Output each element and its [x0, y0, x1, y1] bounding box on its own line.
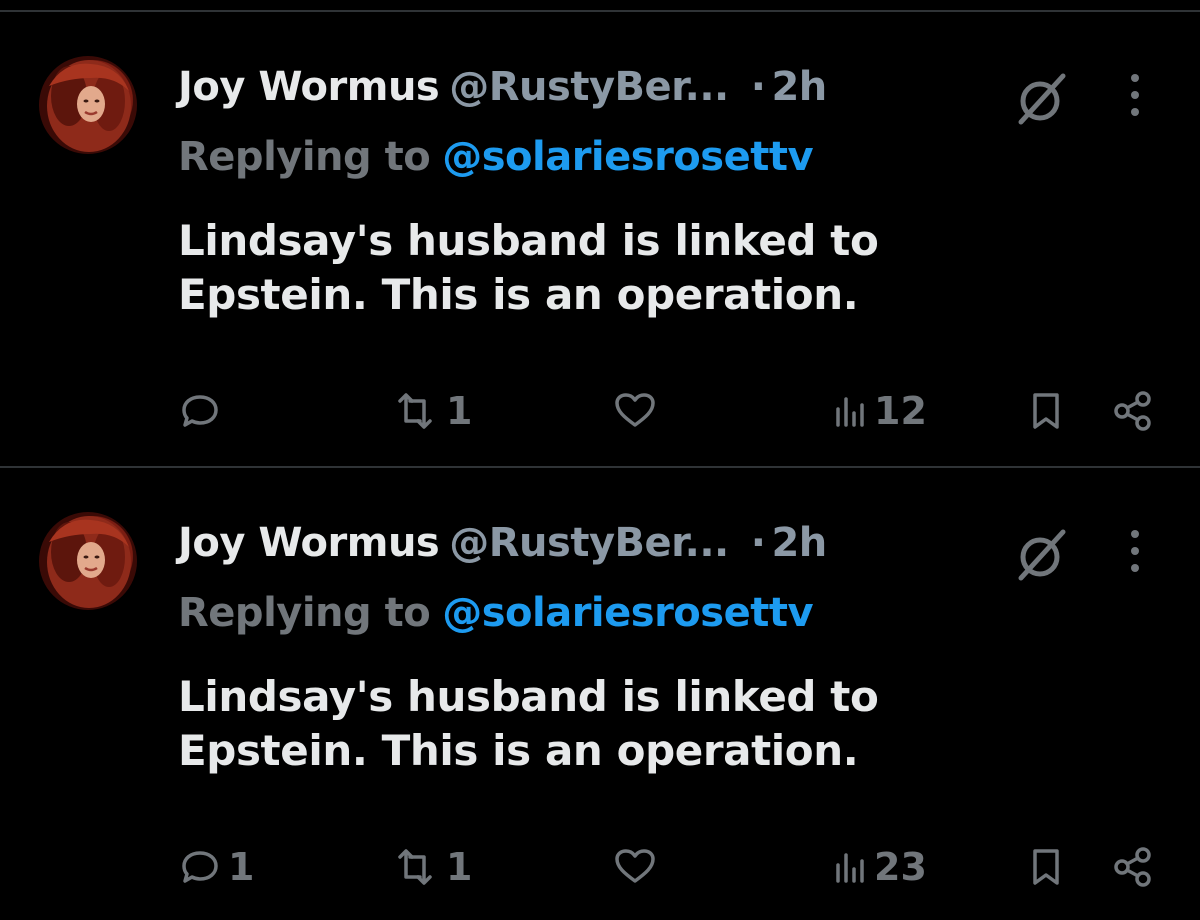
share-icon: [1114, 391, 1151, 431]
author-name[interactable]: Joy Wormus: [178, 520, 440, 566]
more-icon[interactable]: [1120, 526, 1150, 580]
avatar[interactable]: [39, 512, 137, 610]
views-button[interactable]: 23: [832, 842, 927, 892]
author-handle[interactable]: @RustyBer...: [449, 520, 729, 566]
views-icon: [836, 397, 864, 427]
bookmark-icon: [1033, 393, 1059, 429]
separator-dot: ·: [750, 64, 766, 110]
retweet-button[interactable]: 1: [390, 842, 472, 892]
tweet[interactable]: Joy Wormus @RustyBer... · 2h Replying to @so…: [0, 470, 1200, 920]
grok-icon[interactable]: [1013, 526, 1071, 584]
replying-to: Replying to @solariesrosettv: [178, 132, 814, 182]
separator-dot: ·: [750, 520, 766, 566]
retweet-count: 1: [446, 845, 473, 889]
like-button[interactable]: [612, 386, 664, 436]
replying-to-handle[interactable]: @solariesrosettv: [442, 134, 813, 180]
avatar[interactable]: [39, 56, 137, 154]
view-count: 23: [874, 845, 927, 889]
bookmark-icon: [1033, 849, 1059, 885]
bookmark-button[interactable]: [1028, 842, 1064, 892]
more-icon[interactable]: [1120, 70, 1150, 124]
timestamp[interactable]: 2h: [771, 520, 827, 566]
retweet-icon: [398, 393, 432, 429]
share-button[interactable]: [1110, 842, 1156, 892]
tweet[interactable]: Joy Wormus @RustyBer... · 2h Replying to @so…: [0, 14, 1200, 464]
views-icon: [836, 853, 864, 883]
bookmark-button[interactable]: [1028, 386, 1064, 436]
tweet-text: Lindsay's husband is linked to Epstein. …: [178, 672, 879, 775]
share-button[interactable]: [1110, 386, 1156, 436]
replying-to-label: Replying to: [178, 590, 431, 636]
view-count: 12: [874, 389, 927, 433]
reply-button[interactable]: [178, 386, 228, 436]
author-handle[interactable]: @RustyBer...: [449, 64, 729, 110]
heart-icon: [615, 849, 655, 883]
tweet-header: Joy Wormus @RustyBer... · 2h: [178, 518, 827, 568]
reply-button[interactable]: 1: [178, 842, 254, 892]
divider-top: [0, 10, 1200, 12]
replying-to-label: Replying to: [178, 134, 431, 180]
author-name[interactable]: Joy Wormus: [178, 64, 440, 110]
action-bar: 1 12: [0, 386, 1200, 436]
reply-icon: [182, 851, 218, 883]
divider-between-tweets: [0, 466, 1200, 468]
retweet-count: 1: [446, 389, 473, 433]
retweet-icon: [398, 849, 432, 885]
like-button[interactable]: [612, 842, 664, 892]
retweet-button[interactable]: 1: [390, 386, 472, 436]
tweet-text: Lindsay's husband is linked to Epstein. …: [178, 216, 879, 319]
views-button[interactable]: 12: [832, 386, 927, 436]
heart-icon: [615, 393, 655, 427]
replying-to-handle[interactable]: @solariesrosettv: [442, 590, 813, 636]
action-bar: 1 1 23: [0, 842, 1200, 892]
grok-icon[interactable]: [1013, 70, 1071, 128]
reply-count: 1: [228, 845, 255, 889]
replying-to: Replying to @solariesrosettv: [178, 588, 814, 638]
timestamp[interactable]: 2h: [771, 64, 827, 110]
share-icon: [1114, 847, 1151, 887]
reply-icon: [182, 395, 218, 427]
tweet-header: Joy Wormus @RustyBer... · 2h: [178, 62, 827, 112]
